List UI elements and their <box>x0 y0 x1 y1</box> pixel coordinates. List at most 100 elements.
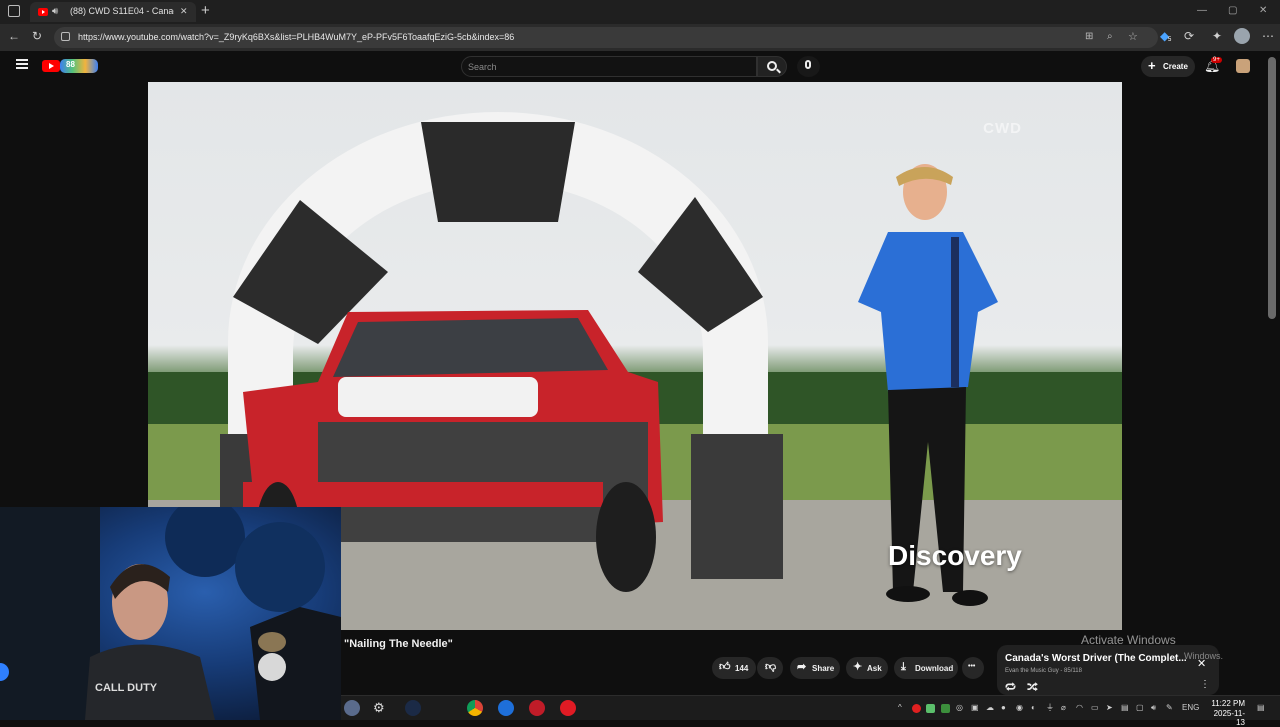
taskbar-blue-app-icon[interactable] <box>498 700 514 716</box>
address-bar[interactable]: https://www.youtube.com/watch?v=_Z9ryKq6… <box>54 27 1158 48</box>
refresh-extension-icon[interactable]: ⟳ <box>1184 29 1194 43</box>
youtube-logo[interactable] <box>42 60 60 72</box>
tab-close-button[interactable]: ✕ <box>180 6 188 17</box>
browser-tab[interactable]: 🔊︎ (88) CWD S11E04 - Canada's ✕ <box>30 2 196 22</box>
browser-tab-strip: 🔊︎ (88) CWD S11E04 - Canada's ✕ + — ▢ ✕ <box>0 0 1280 24</box>
webcam-overlay: CALL DUTY <box>0 507 341 720</box>
account-avatar[interactable] <box>1236 59 1250 73</box>
clock-date[interactable]: 2025-11-13 <box>1205 709 1245 727</box>
ask-button[interactable]: ✦ Ask <box>846 657 888 679</box>
zoom-icon[interactable]: ⌕ <box>1107 31 1113 42</box>
clock-time[interactable]: 11:22 PM <box>1205 699 1245 708</box>
more-actions-button[interactable]: ••• <box>962 657 984 679</box>
maximize-button[interactable]: ▢ <box>1228 5 1237 16</box>
tray-volume-icon[interactable]: 🔊︎ <box>1151 703 1156 713</box>
settings-gear-icon[interactable]: ⚙ <box>373 700 389 716</box>
tray-sync-icon[interactable]: ◎ <box>956 703 963 713</box>
chrome-icon[interactable] <box>467 700 483 716</box>
share-label: Share <box>812 664 835 673</box>
discovery-logo: Discovery <box>888 540 1022 571</box>
shuffle-icon[interactable]: 🔀︎ <box>1027 679 1038 695</box>
voice-search-button[interactable] <box>797 56 820 77</box>
speaker-icon[interactable]: 🔊︎ <box>52 6 58 17</box>
hamburger-menu-icon[interactable] <box>16 59 28 69</box>
microphone-icon <box>805 60 811 69</box>
tray-pen-icon[interactable]: ✎ <box>1166 703 1173 713</box>
minimize-button[interactable]: — <box>1197 5 1207 16</box>
like-count: 144 <box>735 664 749 673</box>
create-label: Create <box>1163 62 1188 71</box>
search-input[interactable] <box>468 60 748 74</box>
tray-monitor-icon[interactable] <box>941 704 950 713</box>
channel-watermark: CWD <box>983 120 1022 137</box>
search-box <box>461 56 757 77</box>
tray-cloud-icon[interactable]: ☁ <box>986 703 994 713</box>
back-icon[interactable]: ← <box>8 29 20 43</box>
search-button[interactable] <box>757 56 787 77</box>
url-text: https://www.youtube.com/watch?v=_Z9ryKq6… <box>78 32 515 42</box>
activate-windows-subtext: Windows. <box>1184 651 1224 661</box>
tray-dot-icon[interactable]: ● <box>1001 703 1006 713</box>
split-view-icon[interactable]: ⊞ <box>1085 31 1093 42</box>
extension-badge: 5 <box>1168 37 1172 43</box>
thumbs-down-icon: 👎︎ <box>765 661 777 673</box>
logo-badge: 88 <box>66 60 75 69</box>
youtube-favicon-icon <box>38 8 48 16</box>
playlist-subtitle: Evan the Music Guy - 85/118 <box>1005 668 1082 674</box>
steam-icon[interactable] <box>405 700 421 716</box>
browser-toolbar: ← ↻ https://www.youtube.com/watch?v=_Z9r… <box>0 24 1280 51</box>
loop-icon[interactable]: 🔁︎ <box>1005 679 1016 695</box>
taskbar-red-app-icon[interactable] <box>560 700 576 716</box>
tray-cursor-icon[interactable]: ➤ <box>1106 703 1113 713</box>
site-info-icon[interactable] <box>61 32 70 41</box>
video-title: "Nailing The Needle" <box>344 638 453 650</box>
sparkle-icon: ✦ <box>853 661 863 673</box>
share-button[interactable]: ➦ Share <box>790 657 840 679</box>
extensions-puzzle-icon[interactable]: ✦ <box>1212 29 1222 43</box>
search-icon-handle <box>776 68 781 74</box>
download-label: Download <box>915 664 954 673</box>
thumbs-up-icon: 👍︎ <box>719 661 731 673</box>
plus-icon: + <box>1148 58 1156 73</box>
like-button[interactable]: 👍︎ 144 <box>712 657 756 679</box>
tray-steam-icon[interactable]: ◉ <box>1016 703 1023 713</box>
share-icon: ➦ <box>797 661 807 673</box>
more-dots-icon: ••• <box>968 663 976 670</box>
page-scrollbar[interactable] <box>1268 57 1276 319</box>
tray-network-off-icon[interactable]: ⌀ <box>1061 703 1066 713</box>
notification-center-icon[interactable]: ▤ <box>1257 703 1265 713</box>
download-button[interactable]: ⤓ Download <box>894 657 958 679</box>
ask-label: Ask <box>867 664 882 673</box>
profile-avatar[interactable] <box>1234 28 1250 44</box>
taskbar: ⚙ ^ ◎ ▣ ☁ ● ◉ ◐ ⏚ ⌀ ◠ ▭ ➤ ▤ ▢ 🔊︎ ✎ ENG 1… <box>341 695 1280 727</box>
tab-title: (88) CWD S11E04 - Canada's <box>70 6 174 16</box>
tray-chevron-icon[interactable]: ^ <box>898 703 902 713</box>
tray-display-icon[interactable]: ▢ <box>1136 703 1144 713</box>
reload-icon[interactable]: ↻ <box>32 29 42 43</box>
youtube-masthead: 88 + Create 🔔︎ 9+ <box>0 51 1280 82</box>
close-window-button[interactable]: ✕ <box>1259 5 1267 16</box>
favorite-star-icon[interactable]: ☆ <box>1128 30 1138 43</box>
taskbar-redblack-app-icon[interactable] <box>529 700 545 716</box>
tray-window-icon[interactable]: ▭ <box>1091 703 1099 713</box>
tray-record-icon[interactable] <box>912 704 921 713</box>
new-tab-button[interactable]: + <box>201 2 210 19</box>
browser-menu-icon[interactable]: ⋯ <box>1262 29 1274 43</box>
tray-bag-icon[interactable]: ▤ <box>1121 703 1129 713</box>
tray-headset-icon[interactable]: ◠ <box>1076 703 1083 713</box>
tray-shield-icon[interactable]: ▣ <box>971 703 979 713</box>
playlist-menu-icon[interactable]: ⋮ <box>1200 679 1210 690</box>
tab-actions-icon[interactable] <box>8 5 20 17</box>
taskbar-app-icon[interactable] <box>344 700 360 716</box>
language-indicator[interactable]: ENG <box>1182 703 1199 713</box>
tray-discord-icon[interactable]: ◐ <box>1031 703 1036 713</box>
webcam-shirt-text: CALL DUTY <box>95 682 158 694</box>
download-icon: ⤓ <box>901 661 906 673</box>
dislike-button[interactable]: 👎︎ <box>757 657 783 679</box>
notification-count-badge: 9+ <box>1211 57 1222 63</box>
playlist-title: Canada's Worst Driver (The Complet... <box>1005 653 1187 664</box>
create-button[interactable]: + Create <box>1141 56 1195 77</box>
tray-app-icon[interactable] <box>926 704 935 713</box>
tray-usb-icon[interactable]: ⏚ <box>1046 703 1054 713</box>
activate-windows-watermark: Activate Windows <box>1081 633 1176 647</box>
